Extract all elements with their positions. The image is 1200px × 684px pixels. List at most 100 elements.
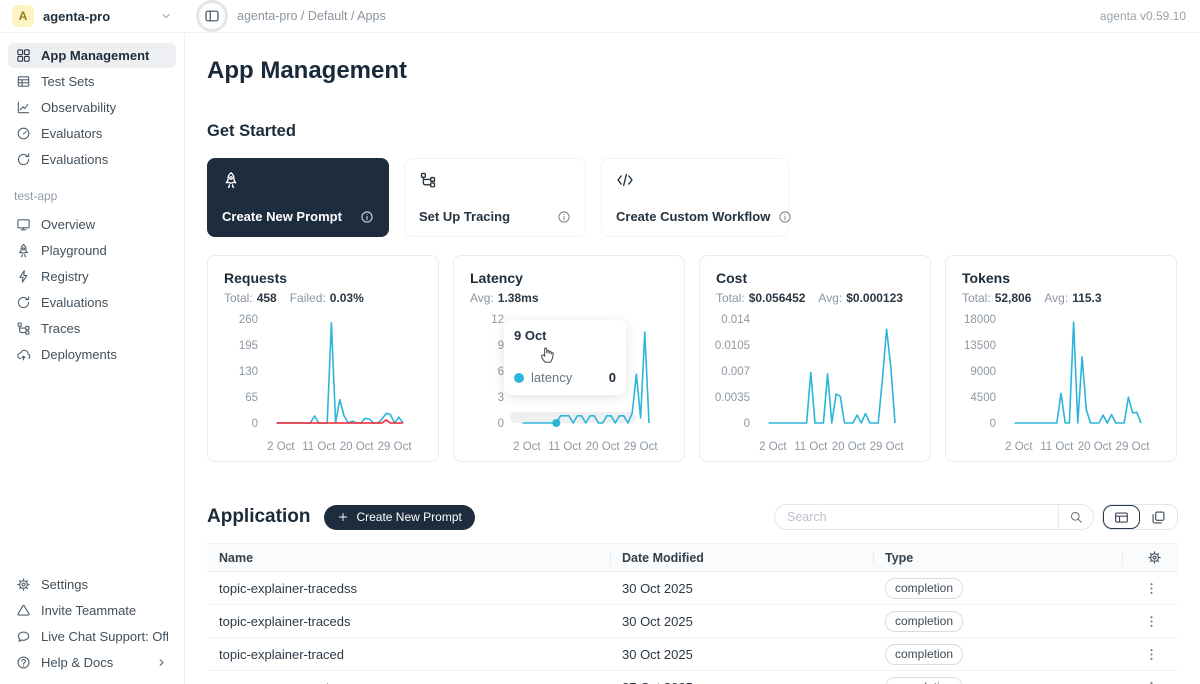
app-name-cell: topic-explainer-tracedss (207, 572, 610, 604)
get-started-card-label: Create Custom Workflow (616, 209, 770, 224)
search-button[interactable] (1058, 505, 1093, 529)
y-axis: 260195130650 (224, 314, 264, 430)
get-started-card-create-custom-workflow[interactable]: Create Custom Workflow (601, 158, 789, 237)
get-started-title: Get Started (207, 122, 1178, 141)
x-tick-label: 11 Oct (302, 441, 335, 453)
y-tick-label: 13500 (964, 340, 996, 352)
sidebar-item-observability[interactable]: Observability (8, 95, 176, 120)
table-row-topic-explainer-traceds[interactable]: topic-explainer-traceds30 Oct 2025comple… (207, 605, 1178, 638)
app-name-cell: career-assessment (207, 671, 610, 684)
y-tick-label: 4500 (970, 392, 996, 404)
gear-icon[interactable] (1147, 550, 1162, 565)
sidebar-item-label: Test Sets (41, 74, 94, 89)
dots-vertical-icon[interactable] (1144, 680, 1159, 684)
table-row-topic-explainer-traced[interactable]: topic-explainer-traced30 Oct 2025complet… (207, 638, 1178, 671)
y-tick-label: 0.014 (721, 314, 750, 326)
line-chart-requests (264, 320, 422, 424)
line-chart-tokens (1002, 320, 1160, 424)
plus-icon (337, 511, 349, 523)
sidebar-item-deployments[interactable]: Deployments (8, 342, 176, 367)
breadcrumb[interactable]: agenta-pro / Default / Apps (237, 9, 386, 23)
sidebar-toggle-button[interactable] (196, 0, 228, 32)
x-axis: 2 Oct11 Oct20 Oct29 Oct (1002, 436, 1160, 454)
info-icon[interactable] (778, 210, 792, 224)
observability-icon (16, 100, 31, 115)
table-row-career-assessment[interactable]: career-assessment27 Oct 2025completion (207, 671, 1178, 684)
help-icon (16, 655, 31, 670)
sidebar-item-evaluations[interactable]: Evaluations (8, 290, 176, 315)
dots-vertical-icon[interactable] (1144, 614, 1159, 629)
y-axis: 1800013500900045000 (962, 314, 1002, 430)
y-tick-label: 0 (744, 418, 750, 430)
column-header-type[interactable]: Type (873, 544, 1122, 571)
workspace-name: agenta-pro (43, 9, 150, 24)
create-new-prompt-label: Create New Prompt (356, 510, 461, 524)
y-tick-label: 65 (245, 392, 258, 404)
refresh-icon (16, 295, 31, 310)
metric-stats: Avg:1.38ms (470, 291, 668, 305)
sidebar-item-test-sets[interactable]: Test Sets (8, 69, 176, 94)
date-modified-cell: 30 Oct 2025 (610, 572, 873, 604)
dots-vertical-icon[interactable] (1144, 647, 1159, 662)
create-new-prompt-button[interactable]: Create New Prompt (324, 505, 474, 530)
x-tick-label: 20 Oct (1078, 441, 1112, 453)
dots-vertical-icon[interactable] (1144, 581, 1159, 596)
y-tick-label: 0.0105 (715, 340, 750, 352)
type-badge: completion (885, 644, 963, 665)
info-icon[interactable] (557, 210, 571, 224)
sidebar-item-settings[interactable]: Settings (8, 572, 176, 597)
sidebar-item-overview[interactable]: Overview (8, 212, 176, 237)
rocket-icon (222, 171, 374, 189)
table-row-topic-explainer-tracedss[interactable]: topic-explainer-tracedss30 Oct 2025 compl… (207, 572, 1178, 605)
date-modified-cell: 30 Oct 2025 (610, 638, 873, 670)
sidebar-item-traces[interactable]: Traces (8, 316, 176, 341)
chat-icon (16, 629, 31, 644)
metric-title: Cost (716, 270, 914, 286)
table-view-button[interactable] (1103, 505, 1140, 529)
workspace-avatar: A (12, 5, 34, 27)
sidebar-item-label: Observability (41, 100, 116, 115)
x-tick-label: 11 Oct (548, 441, 581, 453)
metric-stat: Total:$0.056452 (716, 291, 805, 305)
sidebar-item-invite-teammate[interactable]: Invite Teammate (8, 598, 176, 623)
traces-icon (419, 171, 571, 189)
gauge-icon (16, 126, 31, 141)
y-tick-label: 3 (498, 392, 504, 404)
metric-card-requests: RequestsTotal:458Failed:0.03%26019513065… (207, 255, 439, 462)
y-tick-label: 12 (491, 314, 504, 326)
type-cell: completion (873, 671, 1122, 684)
chart-plot-area[interactable] (264, 320, 422, 424)
date-modified-cell: 27 Oct 2025 (610, 671, 873, 684)
get-started-card-set-up-tracing[interactable]: Set Up Tracing (404, 158, 586, 237)
type-cell: completion (873, 605, 1122, 637)
sidebar-item-registry[interactable]: Registry (8, 264, 176, 289)
column-header-date-modified[interactable]: Date Modified (610, 544, 873, 571)
y-tick-label: 0.007 (721, 366, 750, 378)
search-input[interactable] (775, 505, 1058, 529)
sidebar-item-app-management[interactable]: App Management (8, 43, 176, 68)
x-tick-label: 20 Oct (586, 441, 620, 453)
type-badge: completion (885, 578, 963, 599)
sidebar-item-evaluations[interactable]: Evaluations (8, 147, 176, 172)
row-actions-cell (1122, 572, 1178, 604)
x-axis: 2 Oct11 Oct20 Oct29 Oct (510, 436, 668, 454)
sidebar-item-playground[interactable]: Playground (8, 238, 176, 263)
app-name-cell: topic-explainer-traceds (207, 605, 610, 637)
sidebar-item-label: Help & Docs (41, 655, 113, 670)
info-icon[interactable] (360, 210, 374, 224)
sidebar-item-evaluators[interactable]: Evaluators (8, 121, 176, 146)
row-actions-cell (1122, 605, 1178, 637)
tooltip-series-row: latency0 (514, 370, 616, 385)
view-toggle (1102, 504, 1178, 530)
card-view-button[interactable] (1140, 505, 1177, 529)
get-started-card-footer: Create Custom Workflow (616, 209, 774, 224)
chart-plot-area[interactable] (756, 320, 914, 424)
sidebar-item-live-chat-support-off[interactable]: Live Chat Support: Off (8, 624, 176, 649)
workspace-selector[interactable]: A agenta-pro (0, 5, 185, 27)
column-header-name[interactable]: Name (207, 544, 610, 571)
rocket-icon (16, 243, 31, 258)
get-started-card-create-new-prompt[interactable]: Create New Prompt (207, 158, 389, 237)
sidebar-item-help-docs[interactable]: Help & Docs (8, 650, 176, 675)
metric-title: Tokens (962, 270, 1160, 286)
chart-plot-area[interactable] (1002, 320, 1160, 424)
